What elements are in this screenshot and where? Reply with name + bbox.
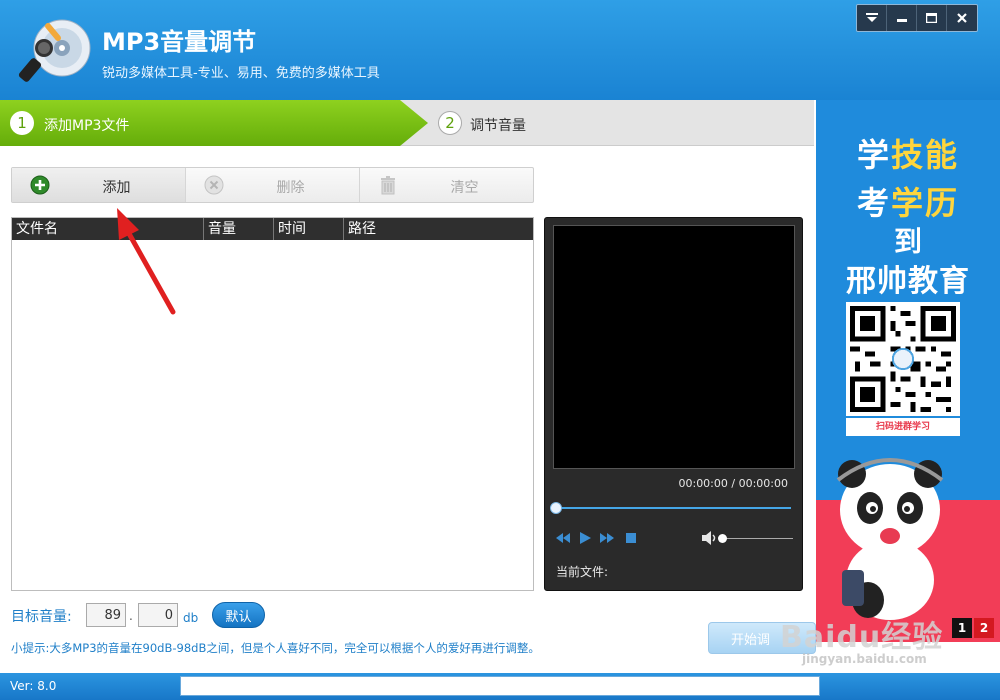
step-number[interactable]: 2 [438, 111, 462, 135]
add-label: 添加 [102, 180, 131, 196]
delete-button[interactable]: 删除 [186, 168, 360, 202]
start-adjust-button[interactable]: 开始调 [708, 622, 816, 654]
steps-bar: 1 添加MP3文件 2 调节音量 [0, 100, 814, 146]
column-header-filename[interactable]: 文件名 [12, 218, 204, 240]
qr-caption: 扫码进群学习 [846, 418, 960, 436]
watermark-url: jingyan.baidu.com [802, 652, 927, 666]
volume-decimal-input[interactable] [138, 603, 178, 627]
fast-forward-icon[interactable] [599, 530, 615, 546]
stop-icon[interactable] [623, 530, 639, 546]
progress-handle[interactable] [550, 502, 562, 514]
panda-mascot-icon [836, 458, 944, 620]
delete-label: 删除 [276, 180, 305, 196]
clear-label: 清空 [450, 180, 479, 196]
default-button[interactable]: 默认 [212, 602, 265, 628]
file-list-table[interactable]: 文件名 音量 时间 路径 [11, 217, 534, 591]
ad-headline-1: 学技能 [856, 136, 960, 174]
volume-handle[interactable] [718, 534, 727, 543]
step-number: 1 [10, 111, 34, 135]
ad-page-2-button[interactable]: 2 [974, 618, 994, 638]
menu-icon[interactable] [857, 5, 887, 31]
app-title: MP3音量调节 [102, 28, 257, 56]
status-field [180, 676, 820, 696]
qr-code-icon [846, 302, 960, 416]
current-file-label: 当前文件: [556, 565, 609, 579]
decimal-separator: . [129, 609, 133, 623]
column-header-time[interactable]: 时间 [274, 218, 344, 240]
media-player: 00:00:00 / 00:00:00 当前文件: [544, 217, 803, 591]
ad-page-1-button[interactable]: 1 [952, 618, 972, 638]
table-header: 文件名 音量 时间 路径 [12, 218, 533, 240]
ad-headline-3: 到 [893, 225, 922, 258]
add-button[interactable]: 添加 [12, 168, 186, 202]
time-readout: 00:00:00 / 00:00:00 [678, 477, 788, 490]
rewind-icon[interactable] [555, 530, 571, 546]
clear-button[interactable]: 清空 [360, 168, 533, 202]
advertisement-panel[interactable]: 学技能 考学历 到 邢帅教育 扫码进群学习 1 2 [816, 100, 1000, 642]
tip-text: 小提示:大多MP3的音量在90dB-98dB之间，但是个人喜好不同，完全可以根据… [11, 641, 540, 655]
volume-icon[interactable] [701, 530, 719, 546]
ad-headline-2: 考学历 [856, 184, 960, 222]
ad-brand: 邢帅教育 [846, 264, 970, 299]
close-icon[interactable] [947, 5, 977, 31]
app-subtitle: 锐动多媒体工具-专业、易用、免费的多媒体工具 [102, 66, 380, 81]
volume-integer-input[interactable] [86, 603, 126, 627]
step-add-files[interactable]: 1 添加MP3文件 [0, 100, 428, 146]
step-label: 添加MP3文件 [44, 118, 130, 134]
window-controls [856, 4, 978, 32]
version-label: Ver: 8.0 [10, 679, 57, 693]
video-screen [553, 225, 795, 469]
file-toolbar: 添加 删除 清空 [11, 167, 534, 203]
column-header-path[interactable]: 路径 [344, 218, 531, 240]
step-adjust-volume[interactable]: 调节音量 [470, 115, 526, 135]
volume-track[interactable] [721, 538, 793, 539]
maximize-icon[interactable] [917, 5, 947, 31]
target-volume-label: 目标音量: [11, 609, 72, 625]
db-unit-label: db [183, 611, 199, 625]
progress-track[interactable] [555, 507, 791, 509]
cd-microphone-logo-icon [18, 19, 91, 82]
minimize-icon[interactable] [887, 5, 917, 31]
column-header-volume[interactable]: 音量 [204, 218, 274, 240]
play-icon[interactable] [577, 530, 593, 546]
title-bar: MP3音量调节 锐动多媒体工具-专业、易用、免费的多媒体工具 [0, 0, 1000, 100]
status-bar: Ver: 8.0 [0, 673, 1000, 700]
